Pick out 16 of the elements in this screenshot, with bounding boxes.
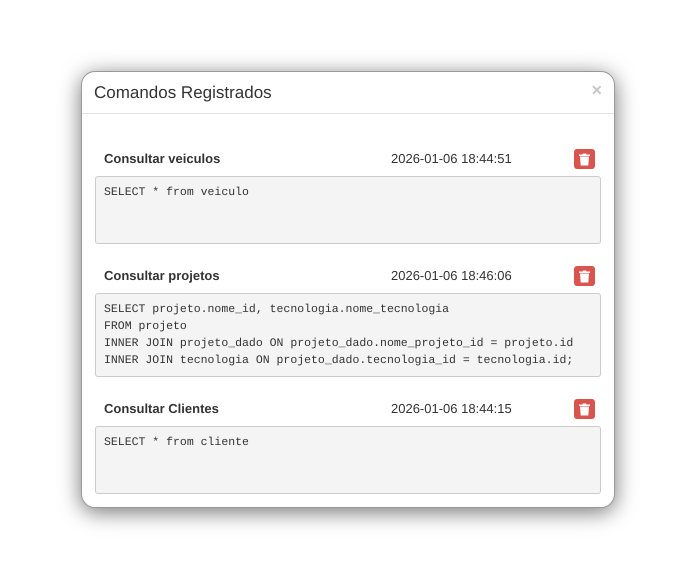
delete-button[interactable] xyxy=(574,149,595,169)
sql-code-block[interactable]: SELECT * from veiculo xyxy=(95,176,601,244)
command-name: Consultar veiculos xyxy=(103,150,222,168)
sql-code-block[interactable]: SELECT projeto.nome_id, tecnologia.nome_tecnologia FROM projeto INNER JOIN projeto_dado ON projeto_dado.nome_projeto_id = projeto.id INNER JOIN tecnologia ON projeto_dado.tecnologia_id = tecnologia.id; xyxy=(95,293,601,377)
trash-icon xyxy=(579,270,590,282)
timestamp: 2026-01-06 18:46:06 xyxy=(391,267,513,286)
delete-button[interactable] xyxy=(574,266,595,286)
sql-code-block[interactable]: SELECT * from cliente xyxy=(95,426,601,494)
modal-title: Comandos Registrados xyxy=(94,82,272,104)
command-name: Consultar Clientes xyxy=(103,400,220,418)
trash-icon xyxy=(579,152,590,166)
trash-icon xyxy=(579,402,590,416)
command-name: Consultar projetos xyxy=(103,267,221,286)
timestamp: 2026-01-06 18:44:51 xyxy=(391,150,513,168)
timestamp: 2026-01-06 18:44:15 xyxy=(391,400,513,418)
delete-button[interactable] xyxy=(574,399,595,419)
